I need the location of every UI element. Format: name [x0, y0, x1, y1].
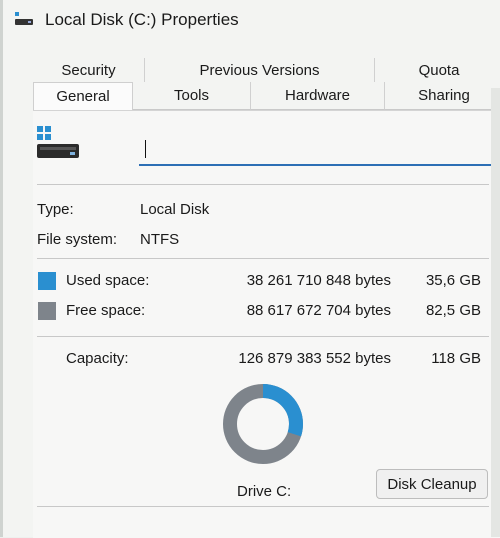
- window-edge: [491, 88, 500, 537]
- window-title: Local Disk (C:) Properties: [45, 10, 239, 29]
- tab-hardware[interactable]: Hardware: [251, 82, 385, 110]
- capacity-label: Capacity:: [66, 350, 129, 367]
- free-space-gb: 82,5 GB: [425, 302, 481, 319]
- tab-quota[interactable]: Quota: [375, 58, 500, 82]
- windows-drive-icon: [37, 126, 79, 158]
- tab-general[interactable]: General: [33, 82, 133, 110]
- drive-name-input[interactable]: [139, 134, 493, 166]
- divider-bottom: [37, 506, 489, 507]
- tab-tools[interactable]: Tools: [133, 82, 251, 110]
- divider-capacity: [37, 336, 489, 337]
- text-caret: [145, 140, 146, 158]
- capacity-gb: 118 GB: [431, 350, 481, 367]
- tab-sharing[interactable]: Sharing: [385, 82, 500, 110]
- free-space-label: Free space:: [66, 302, 146, 319]
- tab-previous-versions[interactable]: Previous Versions: [145, 58, 375, 82]
- file-system-value: NTFS: [140, 231, 180, 248]
- title-bar: Local Disk (C:) Properties: [3, 0, 500, 42]
- free-space-swatch: [38, 302, 56, 320]
- file-system-label: File system:: [37, 231, 118, 248]
- tab-row-top: Security Previous Versions Quota: [33, 58, 500, 84]
- divider-middle: [37, 258, 489, 259]
- tab-security[interactable]: Security: [33, 58, 145, 82]
- capacity-bytes: 126 879 383 552 bytes: [238, 350, 391, 367]
- used-space-swatch: [38, 272, 56, 290]
- tab-row-bottom: General Tools Hardware Sharing: [33, 82, 500, 110]
- disk-cleanup-button[interactable]: Disk Cleanup: [376, 469, 488, 499]
- type-label: Type:: [37, 201, 74, 218]
- used-space-bytes: 38 261 710 848 bytes: [246, 272, 391, 289]
- used-space-label: Used space:: [66, 272, 150, 289]
- properties-window: Local Disk (C:) Properties Security Prev…: [0, 0, 500, 538]
- used-space-gb: 35,6 GB: [425, 272, 481, 289]
- free-space-bytes: 88 617 672 704 bytes: [246, 302, 391, 319]
- usage-donut-chart: [223, 384, 303, 464]
- drive-label: Drive C:: [237, 483, 292, 500]
- divider-top: [37, 184, 489, 185]
- type-value: Local Disk: [140, 201, 210, 218]
- drive-icon: [15, 12, 33, 25]
